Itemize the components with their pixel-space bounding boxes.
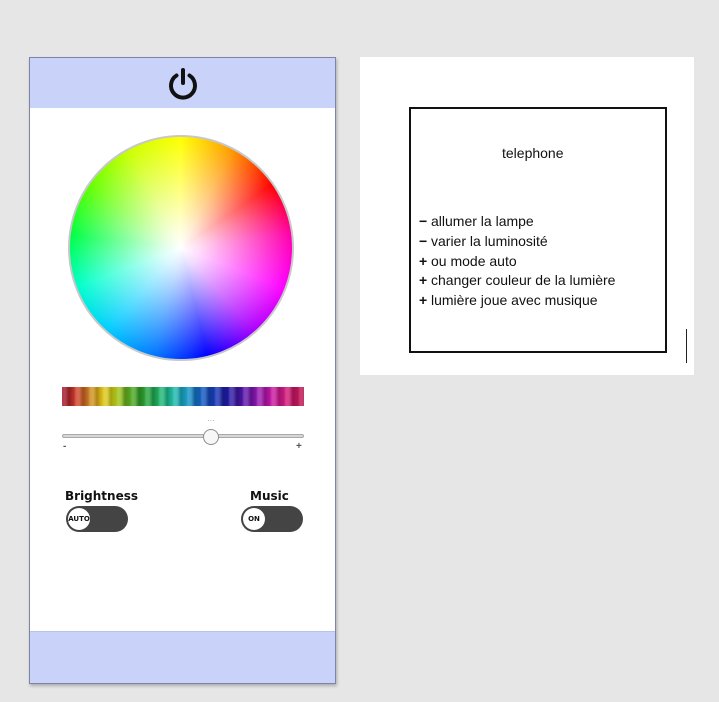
intensity-slider-track[interactable] [62, 434, 304, 438]
color-spectrum-stripes [62, 387, 304, 406]
list-bullet: + [419, 252, 428, 269]
list-item-text: changer couleur de la lumière [431, 272, 616, 289]
list-bullet: − [419, 213, 428, 229]
phone-mockup: ··· - + Brightness AUTO Music ON [29, 57, 336, 684]
list-bullet: + [419, 292, 428, 309]
list-item-text: lumière joue avec musique [431, 292, 598, 309]
music-label: Music [250, 489, 289, 503]
brightness-label: Brightness [65, 489, 139, 503]
power-icon[interactable] [166, 67, 200, 101]
list-item-text: ou mode auto [431, 252, 517, 269]
phone-footer [30, 631, 335, 683]
slider-min-label: - [63, 441, 67, 452]
list-bullet: + [419, 272, 428, 289]
brightness-toggle[interactable]: AUTO [66, 506, 128, 532]
color-wheel[interactable] [68, 135, 294, 361]
list-bullet: − [419, 232, 428, 249]
sketch-panel: telephone − allumer la lampe − varier la l… [360, 57, 694, 375]
intensity-slider-thumb[interactable] [203, 429, 219, 445]
list-item: + changer couleur de la lumière [419, 271, 615, 291]
phone-header [30, 58, 335, 108]
sketch-title: telephone [502, 145, 564, 161]
music-toggle-knob: ON [243, 508, 265, 530]
list-item-text: allumer la lampe [431, 213, 534, 229]
slider-max-label: + [296, 441, 302, 452]
color-spectrum-bar[interactable] [62, 387, 304, 406]
list-item: + lumière joue avec musique [419, 291, 615, 311]
feature-list: − allumer la lampe − varier la luminosité … [419, 212, 615, 311]
slider-value-indicator: ··· [207, 416, 215, 425]
list-item: + ou mode auto [419, 252, 615, 272]
list-item-text: varier la luminosité [431, 232, 548, 249]
brightness-toggle-knob: AUTO [68, 508, 90, 530]
text-cursor [686, 329, 687, 363]
list-item: − allumer la lampe [419, 212, 615, 232]
list-item: − varier la luminosité [419, 232, 615, 252]
music-toggle[interactable]: ON [241, 506, 303, 532]
